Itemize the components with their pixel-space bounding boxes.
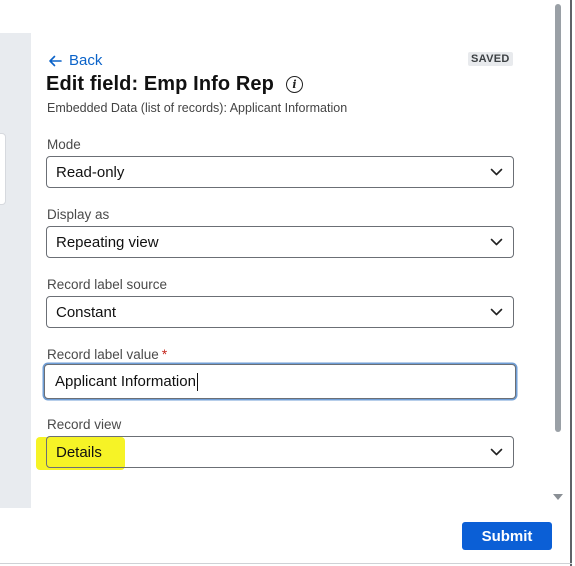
record-label-source-value: Constant	[56, 303, 117, 321]
info-icon[interactable]: i	[285, 76, 303, 93]
record-label-value-label-text: Record label value	[47, 347, 159, 362]
mode-select[interactable]: Read-only	[46, 156, 514, 188]
scroll-down-arrow-icon[interactable]	[553, 494, 563, 500]
chevron-down-icon	[490, 238, 503, 246]
display-as-label: Display as	[47, 207, 110, 222]
page-title: Edit field: Emp Info Rep	[46, 73, 274, 95]
background-panel	[0, 33, 31, 508]
title-row: Edit field: Emp Info Rep i	[46, 73, 303, 96]
text-caret	[196, 372, 198, 391]
frame-divider	[0, 563, 572, 564]
scrollbar-thumb[interactable]	[555, 4, 561, 432]
page-subtitle: Embedded Data (list of records): Applica…	[47, 101, 348, 115]
chevron-down-icon	[490, 308, 503, 316]
chevron-down-icon	[490, 168, 503, 176]
record-view-label: Record view	[47, 417, 122, 432]
mode-label: Mode	[47, 137, 81, 152]
back-link[interactable]: Back	[47, 52, 102, 69]
background-card	[0, 133, 6, 205]
mode-value: Read-only	[56, 163, 125, 181]
arrow-left-icon	[49, 55, 62, 66]
display-as-select[interactable]: Repeating view	[46, 226, 514, 258]
display-as-value: Repeating view	[56, 233, 159, 251]
scrollbar[interactable]	[552, 0, 564, 510]
record-view-select[interactable]: Details	[46, 436, 514, 468]
record-label-source-select[interactable]: Constant	[46, 296, 514, 328]
edit-field-dialog: Back SAVED Edit field: Emp Info Rep i Em…	[0, 0, 575, 566]
back-label[interactable]: Back	[69, 52, 102, 69]
required-indicator: *	[161, 347, 168, 362]
record-label-value-label: Record label value *	[47, 347, 167, 362]
chevron-down-icon	[490, 448, 503, 456]
record-label-source-label: Record label source	[47, 277, 168, 292]
record-label-value-text: Applicant Information	[55, 373, 196, 390]
status-badge: SAVED	[468, 52, 513, 66]
submit-button[interactable]: Submit	[462, 522, 552, 550]
record-view-value: Details	[56, 443, 102, 461]
record-label-value-input[interactable]: Applicant Information	[44, 364, 516, 399]
frame-border	[570, 0, 572, 566]
